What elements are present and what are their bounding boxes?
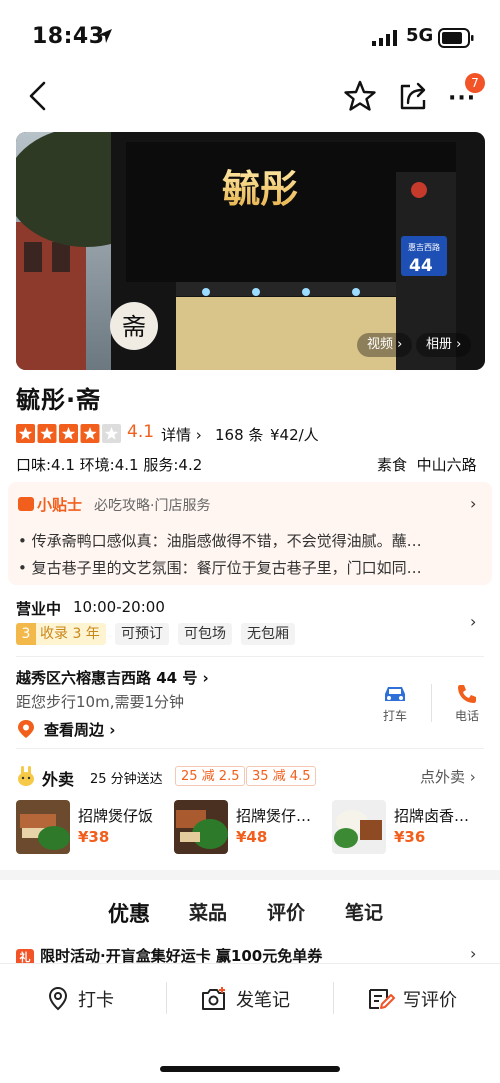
phone-button[interactable]: 电话 [450, 684, 484, 724]
post-note-button[interactable]: 发笔记 [200, 986, 290, 1012]
gift-icon: 礼 [16, 949, 34, 963]
sub-scores: 口味:4.1 环境:4.1 服务:4.2 [16, 456, 203, 474]
detail-link[interactable]: 详情 › [161, 424, 202, 445]
bottom-action-bar [0, 963, 500, 1083]
location-pin-icon [48, 986, 68, 1011]
section-separator [0, 870, 500, 880]
order-takeout-link[interactable]: 点外卖 › [420, 766, 476, 787]
rating-star [102, 424, 121, 443]
delivery-time: 25 分钟送达 [90, 772, 163, 787]
svg-text:惠吉西路: 惠吉西路 [408, 242, 440, 252]
map-pin-icon [18, 720, 34, 738]
kangaroo-icon [18, 766, 34, 786]
battery-icon [438, 28, 474, 48]
business-status: 营业中 [16, 600, 62, 618]
status-time: 18:43 [32, 24, 105, 49]
notification-badge: 7 [465, 73, 485, 93]
dish-photo [16, 800, 70, 854]
dish-price: ¥36 [394, 828, 426, 846]
divider [333, 982, 334, 1014]
divider [16, 656, 484, 657]
hours-chevron-icon[interactable]: › [470, 612, 476, 631]
takeout-title: 外卖 [42, 770, 75, 789]
rating-stars [16, 424, 121, 443]
share-icon[interactable] [396, 79, 430, 113]
dish-photo [332, 800, 386, 854]
shop-name: 毓彤·斋 [16, 386, 102, 414]
network-type: 5G [406, 25, 434, 46]
dish-photo [174, 800, 228, 854]
rating-star [16, 424, 35, 443]
shop-seal-mark: 斋 [122, 313, 146, 341]
average-price: ¥42/人 [270, 426, 319, 444]
rating-star [80, 424, 100, 443]
tips-subtitle: 必吃攻略·门店服务 [94, 498, 211, 514]
rating-star [59, 424, 78, 443]
business-hours: 10:00-20:00 [73, 598, 165, 616]
video-button[interactable]: 视频 › [357, 333, 413, 357]
dish-name: 招牌煲仔… [236, 807, 312, 825]
dish-card[interactable]: 招牌煲仔饭 ¥38 [16, 800, 168, 854]
dish-card[interactable]: 招牌卤香… ¥36 [332, 800, 484, 854]
discount-tag: 25 减 2.5 [175, 766, 246, 786]
edit-review-icon [369, 989, 395, 1009]
location-arrow-icon [98, 29, 112, 43]
view-nearby-link[interactable]: 查看周边 › [44, 719, 115, 740]
tag-no-private-room: 无包厢 [241, 623, 295, 645]
tab-dishes[interactable]: 菜品 [189, 898, 227, 925]
dish-price: ¥48 [236, 828, 268, 846]
review-count[interactable]: 168 条 [215, 424, 263, 445]
shop-sign-text: 毓彤 [222, 166, 298, 211]
category-label: 素食 [377, 456, 408, 474]
storefront-image: 惠吉西路 44 毓彤 斋 [16, 132, 485, 370]
camera-plus-icon [202, 987, 225, 1010]
tip-item[interactable]: • 传承斋鸭口感似真：油脂感做得不错，不会觉得油腻。蘸… [18, 530, 468, 551]
divider [166, 982, 167, 1014]
taxi-button[interactable]: 打车 [378, 684, 412, 724]
checkin-button[interactable]: 打卡 [46, 986, 114, 1012]
tips-logo-icon [18, 497, 34, 511]
walking-distance: 距您步行10m,需要1分钟 [16, 693, 185, 711]
tab-notes[interactable]: 笔记 [345, 898, 383, 925]
divider [431, 684, 432, 722]
tips-chevron-icon[interactable]: › [470, 494, 476, 513]
dish-name: 招牌煲仔饭 [78, 807, 154, 825]
favorite-star-icon[interactable] [343, 79, 377, 113]
tag-years-listed: 3 收录 3 年 [16, 623, 106, 645]
album-button[interactable]: 相册 › [416, 333, 472, 357]
rank-number-badge: 3 [16, 623, 36, 645]
status-bar: 18:43 5G [0, 0, 500, 70]
phone-label: 电话 [454, 709, 479, 723]
rating-score: 4.1 [127, 422, 155, 442]
shop-cover-photo[interactable]: 惠吉西路 44 毓彤 斋 [16, 132, 485, 370]
phone-icon [458, 685, 476, 703]
dish-price: ¥38 [78, 828, 110, 846]
address-link[interactable]: 越秀区六榕惠吉西路 44 号 › [16, 667, 209, 688]
signal-icon [372, 30, 397, 46]
door-number-plate: 44 [409, 256, 433, 276]
tab-deals[interactable]: 优惠 [108, 898, 150, 928]
taxi-label: 打车 [382, 709, 407, 723]
promo-chevron-icon[interactable]: › [470, 944, 476, 963]
tip-item[interactable]: • 复古巷子里的文艺氛围：餐厅位于复古巷子里，门口如同… [18, 557, 468, 578]
rating-star [37, 424, 57, 443]
discount-tag: 35 减 4.5 [246, 766, 317, 786]
dish-name: 招牌卤香… [394, 807, 470, 825]
back-arrow-icon[interactable] [26, 80, 50, 112]
tag-reservable: 可预订 [115, 623, 169, 645]
checkin-label: 打卡 [78, 990, 114, 1011]
tips-heading: 小贴士 [18, 494, 82, 515]
dish-card[interactable]: 招牌煲仔… ¥48 [174, 800, 326, 854]
note-label: 发笔记 [236, 990, 290, 1011]
tab-reviews[interactable]: 评价 [267, 898, 305, 925]
divider [16, 748, 484, 749]
area-label: 中山六路 [416, 456, 477, 474]
shop-category: 素食 中山六路 [377, 454, 477, 475]
car-icon [385, 687, 405, 701]
home-indicator [160, 1066, 340, 1072]
write-review-button[interactable]: 写评价 [367, 986, 457, 1012]
review-label: 写评价 [403, 990, 457, 1011]
promo-row[interactable]: 礼限时活动·开盲盒集好运卡 赢100元免单券 [16, 945, 466, 963]
tag-private-hire: 可包场 [178, 623, 232, 645]
